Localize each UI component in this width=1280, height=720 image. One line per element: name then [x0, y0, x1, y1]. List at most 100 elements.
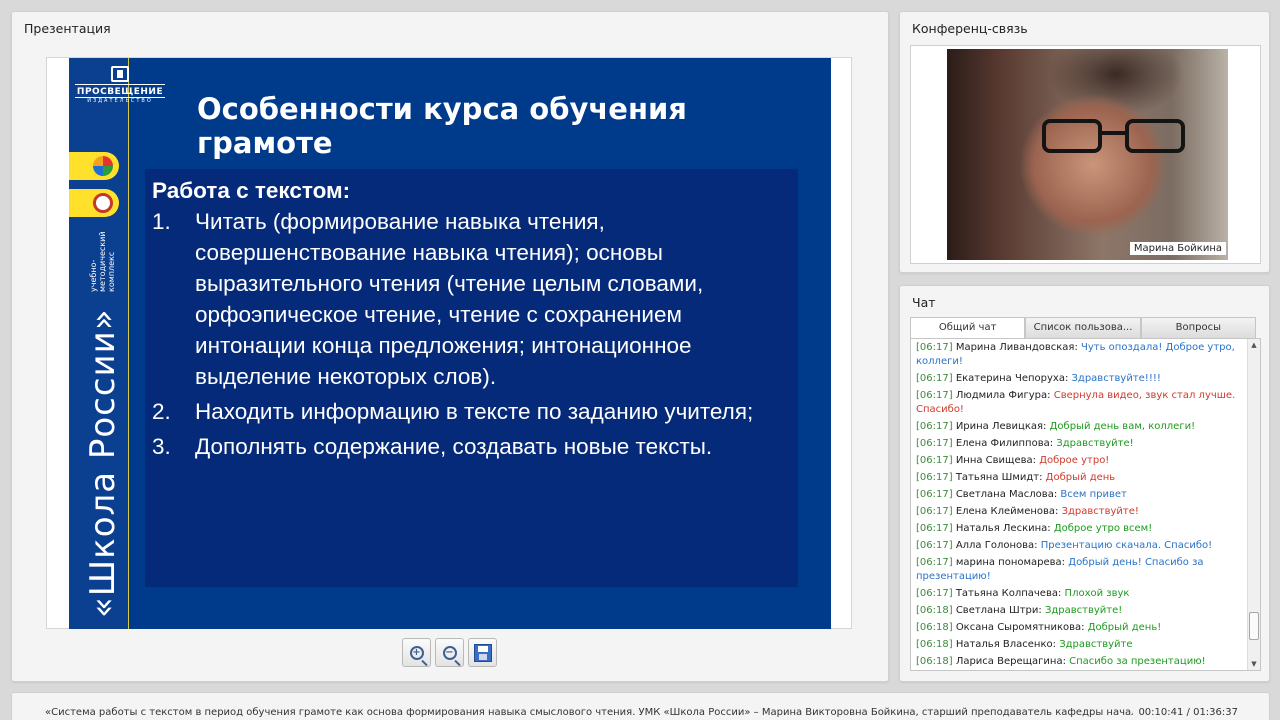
timecode: 00:10:41 / 01:36:37: [1138, 707, 1238, 718]
message-time: [06:18]: [916, 656, 953, 667]
target-icon: [93, 193, 113, 213]
message-time: [06:17]: [916, 342, 953, 353]
message-text: Спасибо за презентацию!: [1069, 656, 1206, 667]
slide-heading: Работа с текстом:: [152, 178, 351, 203]
chat-scrollbar[interactable]: ▲ ▼: [1247, 339, 1260, 670]
zoom-in-button[interactable]: +: [402, 638, 431, 667]
series-badge-target: [69, 189, 119, 217]
chat-message: [06:17] Марина Ливандовская: Чуть опозда…: [916, 341, 1242, 369]
list-item: 3. Дополнять содержание, создавать новые …: [152, 434, 713, 459]
message-time: [06:17]: [916, 472, 953, 483]
message-text: Добрый день!: [1087, 622, 1162, 633]
chat-tabs: Общий чат Список пользова... Вопросы: [910, 317, 1256, 338]
event-title-ticker: «Система работы с текстом в период обуче…: [45, 707, 1133, 718]
message-time: [06:17]: [916, 373, 953, 384]
message-time: [06:17]: [916, 557, 953, 568]
message-text: Всем привет: [1060, 489, 1127, 500]
message-author: Алла Голонова:: [955, 540, 1038, 551]
message-author: Екатерина Чепоруха:: [955, 373, 1069, 384]
logo-sub: ИЗДАТЕЛЬСТВО: [87, 98, 153, 104]
chat-message: [06:17] Татьяна Шмидт: Добрый день: [916, 471, 1242, 485]
publisher-logo: ПРОСВЕЩЕНИЕ ИЗДАТЕЛЬСТВО: [73, 66, 167, 104]
tab-user-list[interactable]: Список пользова...: [1025, 317, 1141, 338]
message-time: [06:17]: [916, 421, 953, 432]
publisher-logo-icon: [111, 66, 129, 82]
message-time: [06:17]: [916, 390, 953, 401]
list-item: 1. Читать (формирование навыка чтения, со…: [152, 209, 704, 389]
message-author: Светлана Штри:: [955, 605, 1042, 616]
message-text: Доброе утро!: [1039, 455, 1110, 466]
chat-message: [06:18] Светлана Штри: Здравствуйте!: [916, 604, 1242, 618]
chat-message: [06:17] марина пономарева: Добрый день! …: [916, 556, 1242, 584]
message-time: [06:18]: [916, 605, 953, 616]
speaker-name: Марина Бойкина: [1129, 242, 1226, 255]
slide: «Школа России» учебно-методический компл…: [69, 58, 831, 629]
message-text: Здравствуйте!: [1044, 605, 1123, 616]
chat-message: [06:17] Алла Голонова: Презентацию скача…: [916, 539, 1242, 553]
message-time: [06:17]: [916, 438, 953, 449]
message-author: Татьяна Колпачева:: [955, 588, 1062, 599]
chat-message: [06:17] Светлана Маслова: Всем привет: [916, 488, 1242, 502]
message-author: Татьяна Шмидт:: [955, 472, 1043, 483]
video-frame: Марина Бойкина: [910, 45, 1261, 264]
message-author: Елена Клейменова:: [955, 506, 1059, 517]
message-author: Светлана Маслова:: [955, 489, 1058, 500]
save-button[interactable]: [468, 638, 497, 667]
chat-message: [06:17] Елена Клейменова: Здравствуйте!: [916, 505, 1242, 519]
scroll-down-icon[interactable]: ▼: [1248, 658, 1260, 670]
chat-message: [06:17] Ирина Левицкая: Добрый день вам,…: [916, 420, 1242, 434]
zoom-out-icon: −: [442, 645, 457, 660]
message-author: Оксана Сыромятникова:: [955, 622, 1085, 633]
scroll-up-icon[interactable]: ▲: [1248, 339, 1260, 351]
chat-message: [06:18] Оксана Сыромятникова: Добрый ден…: [916, 621, 1242, 635]
message-author: Марина Ливандовская:: [955, 342, 1078, 353]
chat-message: [06:17] Татьяна Колпачева: Плохой звук: [916, 587, 1242, 601]
message-text: Здравствуйте!: [1061, 506, 1139, 517]
message-time: [06:17]: [916, 489, 953, 500]
message-text: Презентацию скачала. Спасибо!: [1040, 540, 1213, 551]
series-badge-flower: [69, 152, 119, 180]
message-time: [06:18]: [916, 622, 953, 633]
zoom-out-button[interactable]: −: [435, 638, 464, 667]
chat-title: Чат: [912, 295, 936, 310]
message-author: Лариса Верещагина:: [955, 656, 1066, 667]
message-time: [06:17]: [916, 588, 953, 599]
chat-message: [06:17] Елена Филиппова: Здравствуйте!: [916, 437, 1242, 451]
list-item: 2. Находить информацию в тексте по задани…: [152, 399, 754, 424]
message-text: Добрый день: [1045, 472, 1116, 483]
video-stream[interactable]: Марина Бойкина: [947, 49, 1228, 260]
message-author: Людмила Фигура:: [955, 390, 1051, 401]
slide-toolbar: + −: [402, 638, 497, 667]
message-text: Здравствуйте: [1059, 639, 1133, 650]
slide-list: 1. Читать (формирование навыка чтения, со…: [152, 206, 790, 462]
message-text: Здравствуйте!!!!: [1071, 373, 1161, 384]
message-text: Здравствуйте!: [1056, 438, 1134, 449]
message-time: [06:18]: [916, 639, 953, 650]
logo-text: ПРОСВЕЩЕНИЕ: [76, 87, 164, 97]
slide-viewer[interactable]: «Школа России» учебно-методический компл…: [46, 57, 852, 629]
chat-message: [06:18] Лариса Верещагина: Спасибо за пр…: [916, 655, 1242, 669]
message-text: Доброе утро всем!: [1053, 523, 1153, 534]
flower-icon: [93, 156, 113, 176]
tab-general-chat[interactable]: Общий чат: [910, 317, 1026, 338]
zoom-in-icon: +: [409, 645, 424, 660]
slide-content-box: Работа с текстом: 1. Читать (формирование…: [145, 169, 798, 587]
series-subtitle: учебно-методический комплекс: [89, 231, 116, 292]
chat-message: [06:17] Екатерина Чепоруха: Здравствуйте…: [916, 372, 1242, 386]
message-author: Елена Филиппова:: [955, 438, 1054, 449]
message-time: [06:17]: [916, 523, 953, 534]
message-author: Ирина Левицкая:: [955, 421, 1047, 432]
series-name: «Школа России»: [83, 308, 123, 618]
conference-title: Конференц-связь: [912, 21, 1028, 36]
bottom-bar: «Система работы с текстом в период обуче…: [11, 692, 1270, 720]
message-time: [06:17]: [916, 455, 953, 466]
tab-questions[interactable]: Вопросы: [1140, 317, 1256, 338]
chat-message: [06:17] Инна Свищева: Доброе утро!: [916, 454, 1242, 468]
chat-panel: Чат Общий чат Список пользова... Вопросы…: [899, 285, 1270, 682]
scroll-thumb[interactable]: [1249, 612, 1259, 640]
presentation-title: Презентация: [24, 21, 111, 36]
slide-title: Особенности курса обучения грамоте: [197, 92, 687, 160]
presentation-panel: Презентация «Школа России» учебно-методи…: [11, 11, 889, 682]
message-author: Наталья Власенко:: [955, 639, 1056, 650]
message-author: Наталья Лескина:: [955, 523, 1051, 534]
